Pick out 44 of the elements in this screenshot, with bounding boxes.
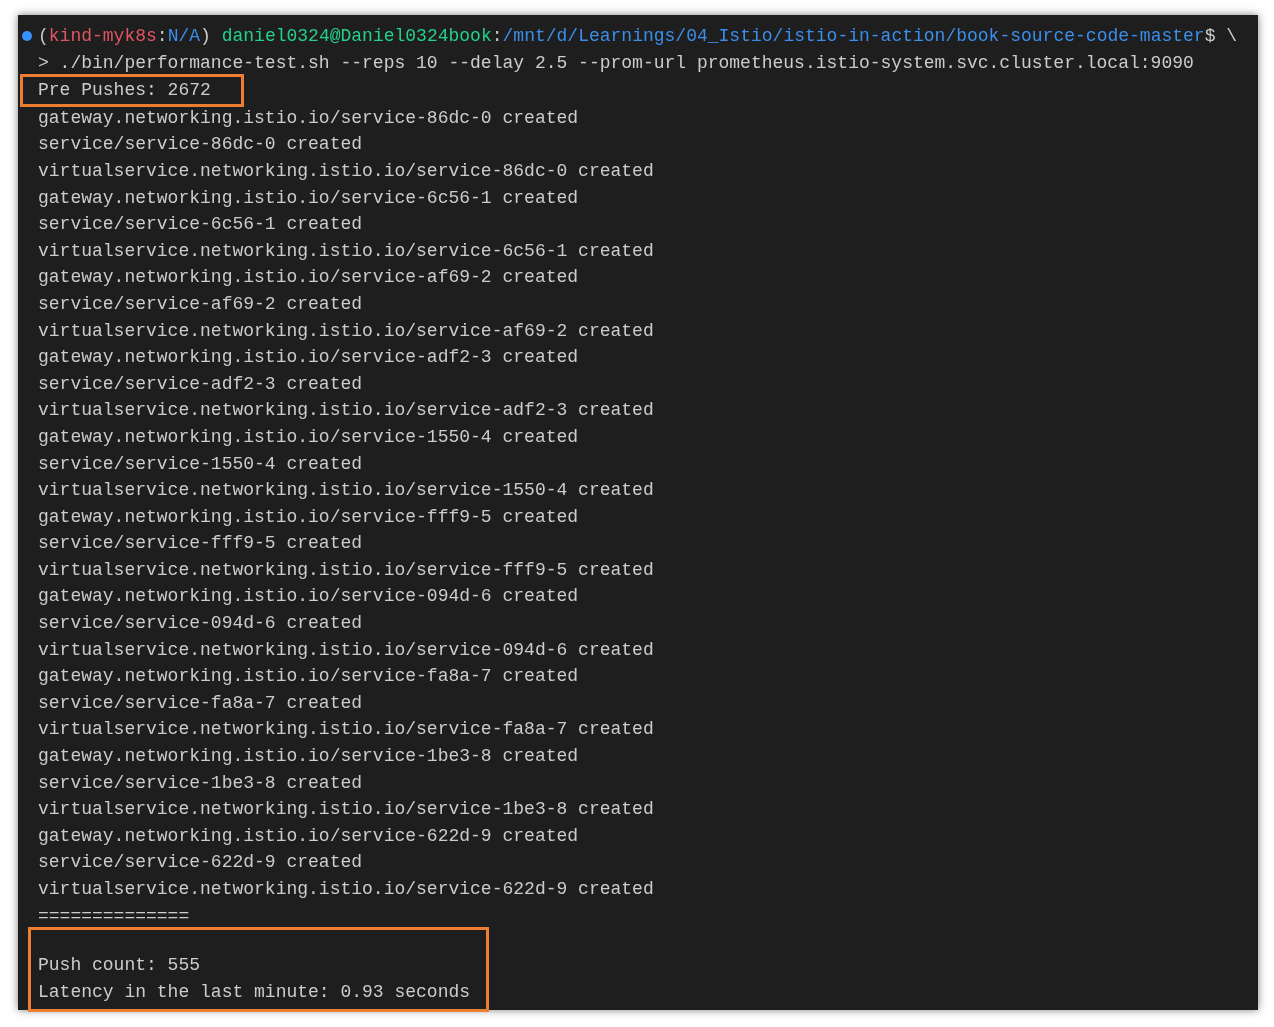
output-line: gateway.networking.istio.io/service-fa8a-7 created	[38, 665, 579, 689]
output-line: service/service-fa8a-7 created	[38, 691, 363, 715]
command-line: > ./bin/performance-test.sh --reps 10 --delay 2.5 --prom-url prometheus.istio-system.svc.cluster.local:9090	[38, 51, 1194, 75]
output-line: service/service-adf2-3 created	[38, 372, 363, 396]
prompt-text: (	[38, 25, 49, 48]
output-line: service/service-86dc-0 created	[38, 133, 363, 157]
output-line: service/service-6c56-1 created	[38, 213, 363, 237]
output-line: virtualservice.networking.istio.io/service-6c56-1 created	[38, 239, 654, 263]
output-line: virtualservice.networking.istio.io/service-622d-9 created	[38, 878, 654, 901]
output-line: virtualservice.networking.istio.io/service-1550-4 created	[38, 479, 654, 503]
prompt-text: :	[491, 25, 503, 48]
output-line: virtualservice.networking.istio.io/service-86dc-0 created	[38, 159, 654, 183]
output-line: service/service-622d-9 created	[38, 851, 363, 875]
output-line: ==============	[38, 904, 190, 928]
output-line: service/service-1550-4 created	[38, 452, 363, 476]
output-line: gateway.networking.istio.io/service-adf2-3 created	[38, 346, 579, 370]
output-line: Push count: 555	[38, 954, 201, 978]
output-line: gateway.networking.istio.io/service-fff9-5 created	[38, 505, 579, 529]
output-line: gateway.networking.istio.io/service-6c56-1 created	[38, 186, 579, 210]
output-line: Pre Pushes: 2672	[38, 79, 211, 103]
output-line: gateway.networking.istio.io/service-af69-2 created	[38, 266, 579, 290]
prompt-text: kind-myk8s	[48, 25, 157, 48]
output-line: service/service-094d-6 created	[38, 612, 363, 636]
output-line: virtualservice.networking.istio.io/service-094d-6 created	[38, 638, 654, 662]
output-line: gateway.networking.istio.io/service-094d-6 created	[38, 585, 579, 609]
output-line: gateway.networking.istio.io/service-1550-4 created	[38, 425, 579, 449]
output-line: virtualservice.networking.istio.io/service-adf2-3 created	[38, 399, 654, 423]
output-line: service/service-1be3-8 created	[38, 771, 363, 795]
prompt-text: $ \	[1204, 25, 1238, 48]
prompt-text: N/A	[167, 25, 201, 48]
output-line: virtualservice.networking.istio.io/service-fff9-5 created	[38, 558, 654, 582]
prompt-text: :	[156, 25, 168, 48]
prompt-text: /mnt/d/Learnings/04_Istio/istio-in-action/book-source-code-master	[502, 25, 1205, 48]
output-line: gateway.networking.istio.io/service-86dc-0 created	[38, 106, 579, 130]
output-line: gateway.networking.istio.io/service-622d-9 created	[38, 824, 579, 848]
output-line: Latency in the last minute: 0.93 seconds	[38, 980, 471, 1004]
output-line: virtualservice.networking.istio.io/service-fa8a-7 created	[38, 718, 654, 742]
prompt-text: )	[200, 25, 211, 48]
output-line: gateway.networking.istio.io/service-1be3-8 created	[38, 745, 579, 769]
output-line: service/service-fff9-5 created	[38, 532, 363, 556]
prompt-text: daniel0324@Daniel0324book	[221, 25, 492, 48]
output-line: virtualservice.networking.istio.io/service-af69-2 created	[38, 319, 654, 343]
output-line: virtualservice.networking.istio.io/service-1be3-8 created	[38, 798, 654, 822]
output-line: service/service-af69-2 created	[38, 292, 363, 316]
